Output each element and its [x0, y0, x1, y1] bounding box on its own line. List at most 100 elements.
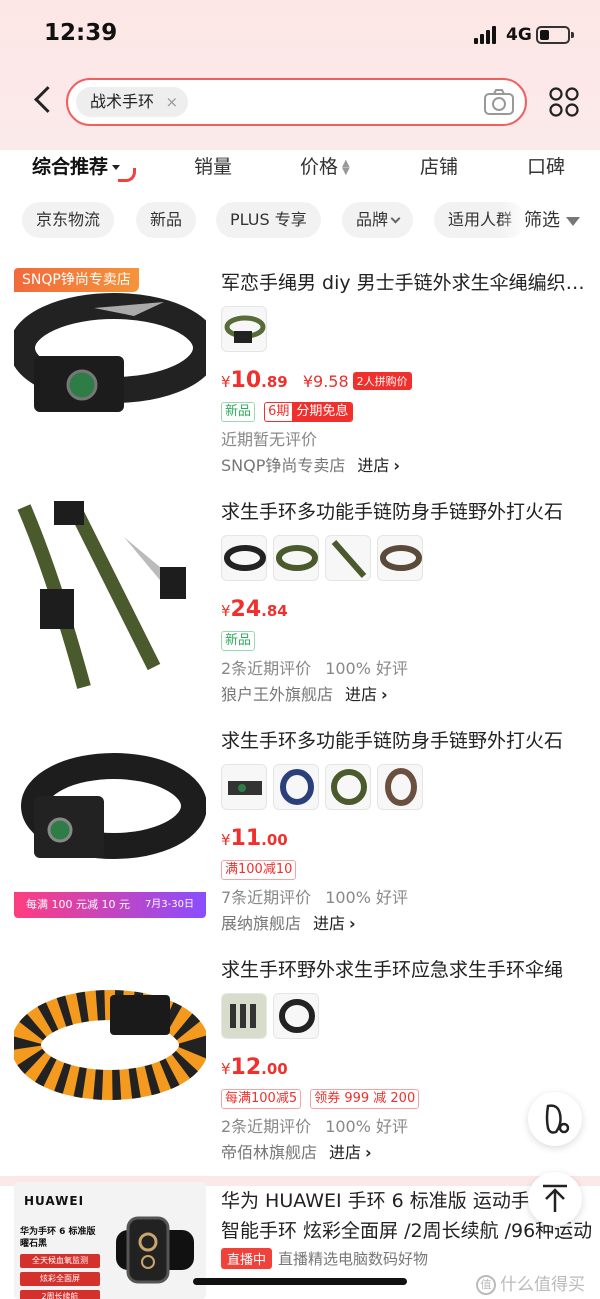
filter-new[interactable]: 新品 — [136, 202, 197, 238]
filter-plus[interactable]: PLUS 专享 — [216, 202, 321, 238]
variant-thumb[interactable] — [221, 764, 267, 810]
variant-thumb[interactable] — [221, 535, 267, 581]
variant-thumb[interactable] — [377, 535, 423, 581]
variant-thumb[interactable] — [273, 993, 319, 1039]
sort-arrows-icon: ▲ ▼ — [342, 157, 350, 177]
product-image[interactable] — [14, 497, 206, 689]
product-title[interactable]: 求生手环野外求生手环应急求生手环伞绳 — [221, 955, 589, 982]
store-row: 狼户王外旗舰店 进店 — [221, 681, 388, 705]
enter-store-link[interactable]: 进店 — [357, 456, 400, 475]
product-image[interactable]: SNQP铮尚专卖店 — [14, 268, 206, 460]
promo-strip: 每满 100 元减 10 元 7月3-30日 — [14, 892, 206, 918]
arrow-up-icon — [543, 1184, 567, 1212]
store-name[interactable]: SNQP铮尚专卖店 — [221, 456, 345, 475]
back-button[interactable] — [22, 80, 62, 124]
funnel-icon — [566, 216, 580, 226]
tab-sales[interactable]: 销量 — [194, 152, 232, 179]
product-image[interactable]: 每满 100 元减 10 元 7月3-30日 — [14, 726, 206, 918]
camera-icon[interactable] — [483, 88, 515, 116]
product-title[interactable]: 求生手环多功能手链防身手链野外打火石 — [221, 726, 589, 753]
positive-rate: 100% 好评 — [325, 1117, 409, 1136]
shop-banner: SNQP铮尚专卖店 — [14, 268, 139, 292]
signal-icon — [474, 26, 498, 44]
ad-image[interactable]: HUAWEI 华为手环 6 标准版 曜石黑 全天候血氧监测 炫彩全面屏 2周长续… — [14, 1182, 206, 1299]
back-to-top-button[interactable] — [528, 1172, 582, 1226]
discount-tag: 满100减10 — [221, 860, 297, 880]
review-summary: 2条近期评价 100% 好评 — [221, 659, 409, 678]
product-card[interactable]: 求生手环野外求生手环应急求生手环伞绳 ¥12.00 每满100减5 领券 999… — [0, 955, 600, 1165]
filter-jd-logistics[interactable]: 京东物流 — [22, 202, 115, 238]
search-query-text: 战术手环 — [90, 92, 155, 111]
ad-brand: HUAWEI — [24, 1194, 85, 1208]
new-tag: 新品 — [221, 631, 256, 651]
store-name[interactable]: 狼户王外旗舰店 — [221, 685, 333, 704]
price: ¥24.84 — [221, 597, 288, 622]
positive-rate: 100% 好评 — [325, 888, 409, 907]
tab-price[interactable]: 价格 ▲ ▼ — [300, 152, 350, 179]
product-card[interactable]: 求生手环多功能手链防身手链野外打火石 ¥24.84 新品 2条近期评价 100% … — [0, 497, 600, 707]
variant-thumb[interactable] — [377, 764, 423, 810]
tag-row: 满100减10 — [221, 858, 300, 880]
bracelet-image — [14, 990, 206, 1100]
search-input[interactable]: 战术手环 × — [66, 78, 527, 126]
chevron-down-icon — [390, 213, 401, 224]
tab-reputation[interactable]: 口碑 — [527, 152, 565, 179]
product-title[interactable]: 军恋手绳男 diy 男士手链外求生伞绳编织手环 — [221, 268, 589, 295]
ad-live-row: 直播中 直播精选电脑数码好物 — [221, 1248, 428, 1269]
variant-thumbs — [221, 535, 429, 583]
variant-thumb[interactable] — [221, 993, 267, 1039]
store-row: SNQP铮尚专卖店 进店 — [221, 452, 400, 476]
store-name[interactable]: 帝佰林旗舰店 — [221, 1143, 317, 1162]
grid-menu-icon[interactable] — [548, 86, 580, 118]
variant-thumb[interactable] — [325, 764, 371, 810]
tab-comprehensive[interactable]: 综合推荐 — [32, 152, 121, 179]
live-text: 直播精选电脑数码好物 — [278, 1250, 429, 1268]
sort-tabs: 综合推荐 销量 价格 ▲ ▼ 店铺 口碑 — [0, 138, 600, 188]
positive-rate: 100% 好评 — [325, 659, 409, 678]
product-card[interactable]: SNQP铮尚专卖店 军恋手绳男 diy 男士手链外求生伞绳编织手环 ¥10.89… — [0, 268, 600, 478]
status-bar: 12:39 4G — [0, 0, 600, 70]
watermark-logo-icon: 值 — [476, 1275, 496, 1295]
enter-store-link[interactable]: 进店 — [329, 1143, 372, 1162]
footprint-button[interactable] — [528, 1092, 582, 1146]
price: ¥12.00 — [221, 1055, 288, 1080]
variant-thumb[interactable] — [273, 764, 319, 810]
tag-row: 每满100减5 领券 999 减 200 — [221, 1087, 423, 1109]
battery-icon — [536, 26, 574, 44]
home-indicator[interactable] — [193, 1278, 407, 1285]
enter-store-link[interactable]: 进店 — [313, 914, 356, 933]
variant-thumb[interactable] — [273, 535, 319, 581]
product-title[interactable]: 求生手环多功能手链防身手链野外打火石 — [221, 497, 589, 524]
clear-query-icon[interactable]: × — [165, 87, 178, 117]
review-summary: 近期暂无评价 — [221, 430, 318, 449]
ad-feature-chip: 炫彩全面屏 — [20, 1272, 100, 1286]
ad-feature-chip: 2周长续航 — [20, 1290, 100, 1299]
variant-thumbs — [221, 993, 325, 1041]
price: ¥10.89 ¥9.58 2人拼购价 — [221, 368, 412, 393]
tag-row: 新品 — [221, 629, 259, 651]
review-summary: 7条近期评价 100% 好评 — [221, 888, 409, 907]
ad-model: 华为手环 6 标准版 曜石黑 — [20, 1227, 96, 1249]
ad-feature-chip: 全天候血氧监测 — [20, 1254, 100, 1268]
variant-thumbs — [221, 306, 273, 354]
footprint-icon — [545, 1104, 570, 1134]
group-price-tag: 2人拼购价 — [352, 372, 412, 390]
store-name[interactable]: 展纳旗舰店 — [221, 914, 301, 933]
filter-chips: 京东物流 新品 PLUS 专享 品牌 适用人群 筛选 — [0, 202, 600, 242]
coupon-tag[interactable]: 领券 999 减 200 — [310, 1089, 420, 1109]
price: ¥11.00 — [221, 826, 288, 851]
live-badge[interactable]: 直播中 — [221, 1248, 273, 1269]
network-type: 4G — [506, 25, 532, 45]
enter-store-link[interactable]: 进店 — [345, 685, 388, 704]
discount-tag: 每满100减5 — [221, 1089, 302, 1109]
product-image[interactable] — [14, 955, 206, 1147]
filter-brand[interactable]: 品牌 — [342, 202, 414, 238]
product-card[interactable]: 每满 100 元减 10 元 7月3-30日 求生手环多功能手链防身手链野外打火石… — [0, 726, 600, 936]
variant-thumb[interactable] — [325, 535, 371, 581]
tab-store[interactable]: 店铺 — [420, 152, 458, 179]
search-query-chip[interactable]: 战术手环 × — [76, 87, 189, 117]
bracelet-image — [17, 501, 186, 689]
filter-button[interactable]: 筛选 — [520, 206, 580, 232]
variant-thumb[interactable] — [221, 306, 267, 352]
smart-band-image — [116, 1216, 194, 1284]
